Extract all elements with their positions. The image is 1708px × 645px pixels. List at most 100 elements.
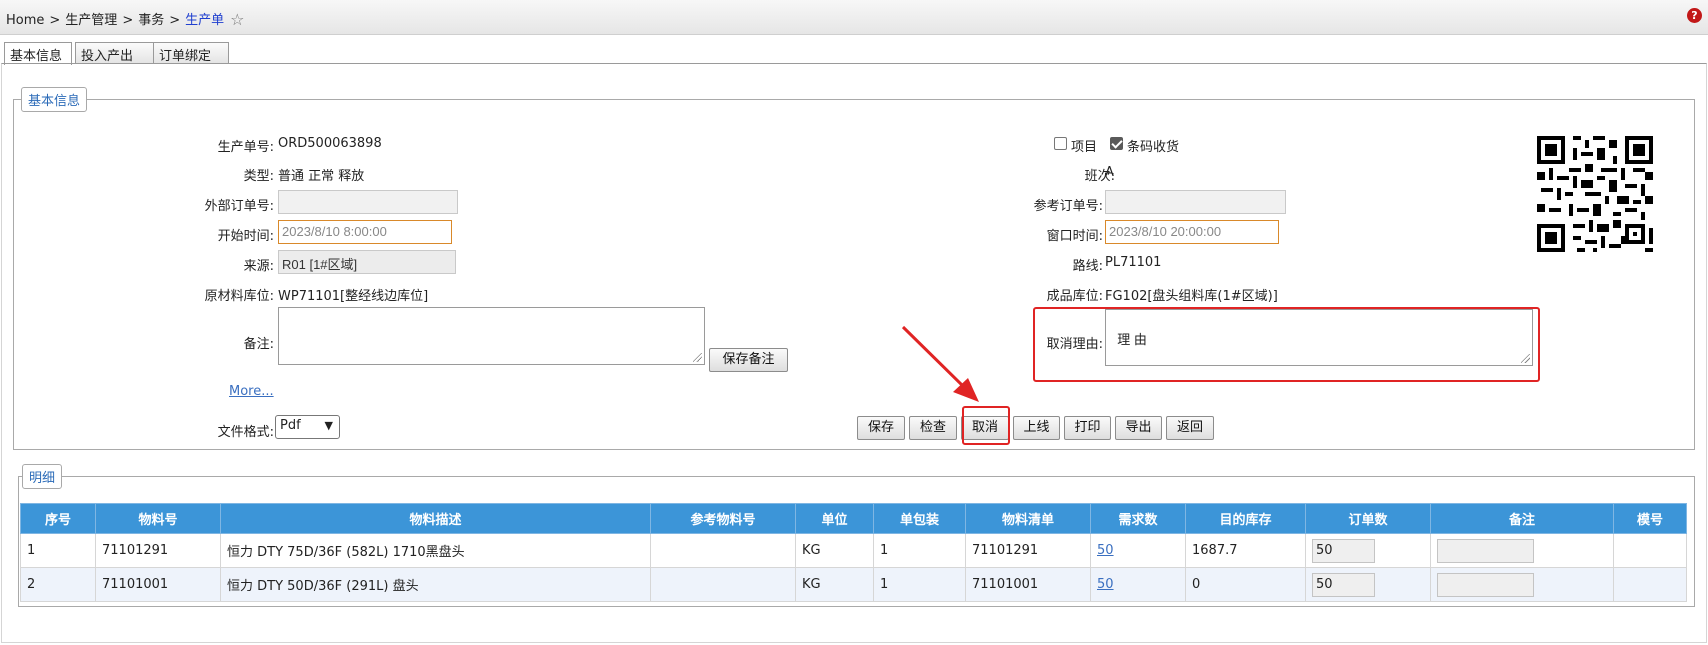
cell-ref: [650, 533, 796, 568]
barcode-receive-checkbox[interactable]: [1110, 137, 1123, 150]
cell-mold: [1613, 533, 1687, 568]
cell-material: 71101291: [95, 533, 221, 568]
qr-code-icon: [1537, 136, 1653, 252]
raw-location-label: 原材料库位:: [204, 289, 274, 304]
remark-input[interactable]: [1437, 538, 1534, 563]
cell-bom: 71101001: [965, 567, 1091, 602]
col-pack[interactable]: 单包装: [873, 503, 966, 534]
cell-demand: 50: [1090, 567, 1186, 602]
table-row: 1 71101291 恒力 DTY 75D/36F (582L) 1710黑盘头…: [20, 533, 1687, 568]
remark-label: 备注:: [243, 337, 274, 352]
project-label: 项目: [1071, 140, 1098, 155]
demand-link[interactable]: 50: [1097, 543, 1114, 558]
breadcrumb-production[interactable]: 生产管理: [65, 13, 117, 28]
detail-table: 序号 物料号 物料描述 参考物料号 单位 单包装 物料清单 需求数 目的库存 订…: [20, 503, 1687, 602]
order-qty-input[interactable]: 50: [1312, 538, 1375, 563]
order-no-label: 生产单号:: [217, 140, 274, 155]
basic-info-legend: 基本信息: [21, 87, 88, 112]
external-order-label: 外部订单号:: [204, 199, 274, 214]
col-unit[interactable]: 单位: [795, 503, 874, 534]
cell-bom: 71101291: [965, 533, 1091, 568]
ref-order-input[interactable]: [1105, 190, 1286, 214]
window-time-label: 窗口时间:: [1046, 229, 1103, 244]
cell-unit: KG: [795, 567, 874, 602]
cell-pack: 1: [873, 533, 966, 568]
cell-mold: [1613, 567, 1687, 602]
cell-unit: KG: [795, 533, 874, 568]
print-button[interactable]: 打印: [1064, 416, 1111, 440]
col-order-qty[interactable]: 订单数: [1305, 503, 1431, 534]
col-bom[interactable]: 物料清单: [965, 503, 1091, 534]
tab-input-output[interactable]: 投入产出: [75, 42, 155, 64]
source-input[interactable]: R01 [1#区域]: [278, 250, 456, 274]
breadcrumb-current: 生产单: [185, 13, 225, 28]
col-desc[interactable]: 物料描述: [220, 503, 651, 534]
chevron-down-icon: ▼: [324, 419, 333, 432]
check-button[interactable]: 检查: [909, 416, 957, 440]
finished-location-value: FG102[盘头组料库(1#区域)]: [1105, 289, 1278, 304]
detail-legend: 明细: [22, 464, 63, 489]
start-time-input[interactable]: 2023/8/10 8:00:00: [278, 220, 452, 244]
online-button[interactable]: 上线: [1013, 416, 1060, 440]
remark-input[interactable]: [1437, 572, 1534, 597]
type-value: 普通 正常 释放: [278, 169, 365, 184]
route-label: 路线:: [1072, 259, 1103, 274]
resize-grip-icon[interactable]: [693, 353, 702, 362]
col-demand[interactable]: 需求数: [1090, 503, 1186, 534]
star-icon[interactable]: ☆: [230, 10, 244, 29]
more-link[interactable]: More...: [229, 384, 274, 399]
breadcrumb: Home > 生产管理 > 事务 > 生产单 ☆: [6, 10, 245, 29]
start-time-label: 开始时间:: [217, 229, 274, 244]
cancel-reason-highlight: [1033, 307, 1540, 382]
cell-target-stock: 0: [1185, 567, 1306, 602]
cell-remark: [1430, 533, 1614, 568]
breadcrumb-home[interactable]: Home: [6, 13, 44, 28]
source-label: 来源:: [243, 259, 274, 274]
col-ref-material[interactable]: 参考物料号: [650, 503, 796, 534]
file-format-select[interactable]: Pdf ▼: [275, 415, 340, 439]
cell-demand: 50: [1090, 533, 1186, 568]
ref-order-label: 参考订单号:: [1033, 199, 1103, 214]
project-checkbox[interactable]: [1054, 137, 1067, 150]
top-bar: Home > 生产管理 > 事务 > 生产单 ☆ ?: [0, 0, 1708, 35]
route-value: PL71101: [1105, 255, 1162, 270]
save-button[interactable]: 保存: [857, 416, 905, 440]
tab-basic-info[interactable]: 基本信息: [4, 42, 72, 65]
col-mold[interactable]: 模号: [1613, 503, 1687, 534]
tab-order-binding[interactable]: 订单绑定: [153, 42, 229, 64]
col-target-stock[interactable]: 目的库存: [1185, 503, 1306, 534]
shift-label: 班次:: [1084, 169, 1115, 184]
remark-textarea[interactable]: [278, 307, 705, 365]
cell-seq: 2: [20, 567, 96, 602]
external-order-input[interactable]: [278, 190, 458, 214]
cancel-button-highlight: [962, 406, 1010, 445]
window-time-input[interactable]: 2023/8/10 20:00:00: [1105, 220, 1279, 244]
help-icon[interactable]: ?: [1687, 8, 1702, 23]
return-button[interactable]: 返回: [1166, 416, 1214, 440]
shift-value: A: [1105, 165, 1114, 180]
col-remark[interactable]: 备注: [1430, 503, 1614, 534]
col-material[interactable]: 物料号: [95, 503, 221, 534]
save-remark-button[interactable]: 保存备注: [709, 348, 788, 372]
table-header-row: 序号 物料号 物料描述 参考物料号 单位 单包装 物料清单 需求数 目的库存 订…: [20, 503, 1687, 534]
cell-order-qty: 50: [1305, 533, 1431, 568]
red-arrow-annotation: [901, 325, 979, 402]
cell-order-qty: 50: [1305, 567, 1431, 602]
breadcrumb-transaction[interactable]: 事务: [138, 13, 164, 28]
order-qty-input[interactable]: 50: [1312, 572, 1375, 597]
cell-seq: 1: [20, 533, 96, 568]
cell-pack: 1: [873, 567, 966, 602]
cell-desc: 恒力 DTY 75D/36F (582L) 1710黑盘头: [220, 533, 651, 568]
col-seq[interactable]: 序号: [20, 503, 96, 534]
cell-material: 71101001: [95, 567, 221, 602]
raw-location-value: WP71101[整经线边库位]: [278, 289, 429, 304]
demand-link[interactable]: 50: [1097, 577, 1114, 592]
order-no-value: ORD500063898: [278, 136, 382, 151]
type-label: 类型:: [243, 169, 274, 184]
export-button[interactable]: 导出: [1115, 416, 1162, 440]
cell-remark: [1430, 567, 1614, 602]
barcode-receive-label: 条码收货: [1127, 140, 1180, 155]
cell-ref: [650, 567, 796, 602]
finished-location-label: 成品库位:: [1046, 289, 1103, 304]
cell-desc: 恒力 DTY 50D/36F (291L) 盘头: [220, 567, 651, 602]
